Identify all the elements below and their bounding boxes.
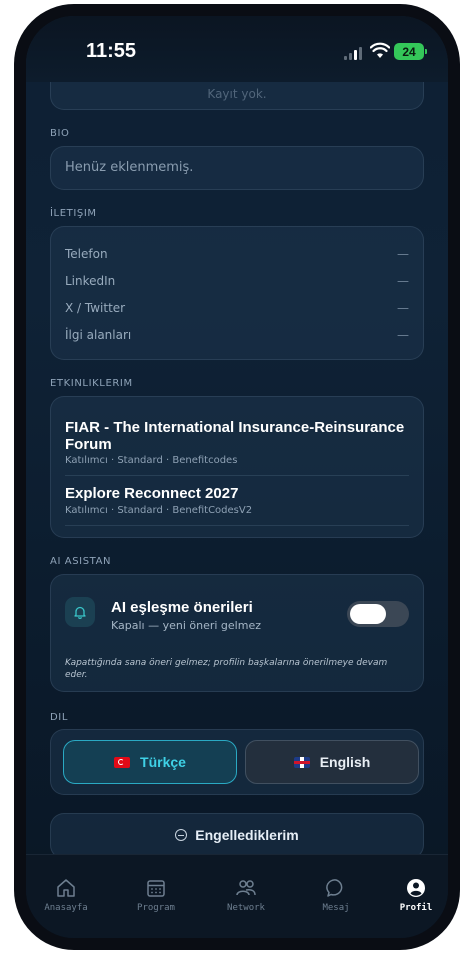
- event-title[interactable]: FIAR - The International Insurance-Reins…: [65, 419, 409, 453]
- contact-label: İLETIŞIM: [50, 208, 97, 219]
- home-icon: [57, 879, 75, 897]
- message-icon: [326, 879, 343, 897]
- tab-home[interactable]: Anasayfa: [26, 877, 106, 913]
- contact-row-label: X / Twitter: [65, 301, 126, 315]
- ai-note: Kapattığında sana öneri gelmez; profilin…: [65, 658, 388, 680]
- language-label: DIL: [50, 712, 69, 723]
- ai-label: AI ASISTAN: [50, 556, 112, 567]
- tab-profile[interactable]: Profil: [376, 877, 448, 913]
- contact-row-label: İlgi alanları: [65, 328, 132, 342]
- contact-row-phone[interactable]: Telefon —: [65, 247, 409, 267]
- profile-content: Kayıt yok. BIO Henüz eklenmemiş. İLETIŞI…: [26, 16, 448, 938]
- people-icon: [236, 880, 256, 896]
- phone-frame: 11:55 24 Kayıt yok. BIO Henüz eklenmemiş…: [14, 4, 460, 950]
- event-subtitle: Katılımcı · Standard · Benefitcodes: [65, 455, 238, 466]
- ai-toggle[interactable]: [347, 601, 409, 627]
- contact-row-value: —: [397, 301, 409, 315]
- language-turkish-button[interactable]: Türkçe: [63, 740, 237, 784]
- status-time: 11:55: [86, 40, 137, 62]
- blocked-inner: Engellediklerim: [51, 827, 423, 843]
- tab-bar: Anasayfa Program Network Mesaj Profil: [26, 854, 448, 938]
- tab-label: Profil: [399, 903, 433, 913]
- contact-row-value: —: [397, 328, 409, 342]
- events-label: ETKINLIKLERIM: [50, 378, 133, 389]
- top-card-text: Kayıt yok.: [207, 87, 267, 101]
- contact-row-label: LinkedIn: [65, 274, 116, 288]
- screen: 11:55 24 Kayıt yok. BIO Henüz eklenmemiş…: [26, 16, 448, 938]
- language-english-button[interactable]: English: [245, 740, 419, 784]
- language-option-label: English: [319, 754, 371, 770]
- contact-row-value: —: [397, 274, 409, 288]
- events-card: FIAR - The International Insurance-Reins…: [50, 396, 424, 538]
- language-card: Türkçe English: [50, 729, 424, 795]
- language-option-label: Türkçe: [140, 754, 186, 770]
- battery-indicator: 24: [394, 43, 427, 60]
- event-subtitle: Katılımcı · Standard · BenefitCodesV2: [65, 505, 253, 516]
- bio-card[interactable]: Henüz eklenmemiş.: [50, 146, 424, 190]
- tab-label: Anasayfa: [44, 903, 88, 913]
- tab-label: Program: [137, 903, 175, 913]
- minus-circle-icon: [175, 829, 188, 841]
- bio-label: BIO: [50, 128, 70, 139]
- event-divider: [65, 525, 409, 526]
- signal-icon: [344, 46, 366, 60]
- tab-message[interactable]: Mesaj: [296, 877, 376, 913]
- contact-row-interests[interactable]: İlgi alanları —: [65, 328, 409, 348]
- contact-row-twitter[interactable]: X / Twitter —: [65, 301, 409, 321]
- ai-subtitle: Kapalı — yeni öneri gelmez: [111, 619, 261, 632]
- event-divider: [65, 475, 409, 476]
- tab-network[interactable]: Network: [206, 877, 286, 913]
- calendar-icon: [147, 880, 165, 897]
- tab-label: Network: [227, 903, 265, 913]
- contact-card: Telefon — LinkedIn — X / Twitter — İlgi …: [50, 226, 424, 360]
- event-title[interactable]: Explore Reconnect 2027: [65, 485, 409, 502]
- turkey-flag-icon: [114, 756, 131, 768]
- status-bar: 11:55 24: [26, 16, 448, 82]
- blocked-label: Engellediklerim: [195, 827, 299, 843]
- bio-value: Henüz eklenmemiş.: [65, 160, 194, 175]
- contact-row-linkedin[interactable]: LinkedIn —: [65, 274, 409, 294]
- ai-card: AI eşleşme önerileri Kapalı — yeni öneri…: [50, 574, 424, 692]
- tab-program[interactable]: Program: [116, 877, 196, 913]
- blocked-button[interactable]: Engellediklerim: [50, 813, 424, 859]
- contact-row-label: Telefon: [65, 247, 108, 261]
- uk-flag-icon: [293, 756, 310, 768]
- bell-icon: [65, 597, 95, 627]
- tab-label: Mesaj: [322, 903, 350, 913]
- ai-title: AI eşleşme önerileri: [111, 599, 253, 616]
- wifi-icon: [370, 42, 390, 58]
- contact-row-value: —: [397, 247, 409, 261]
- toggle-knob: [350, 604, 386, 624]
- profile-icon: [407, 879, 425, 897]
